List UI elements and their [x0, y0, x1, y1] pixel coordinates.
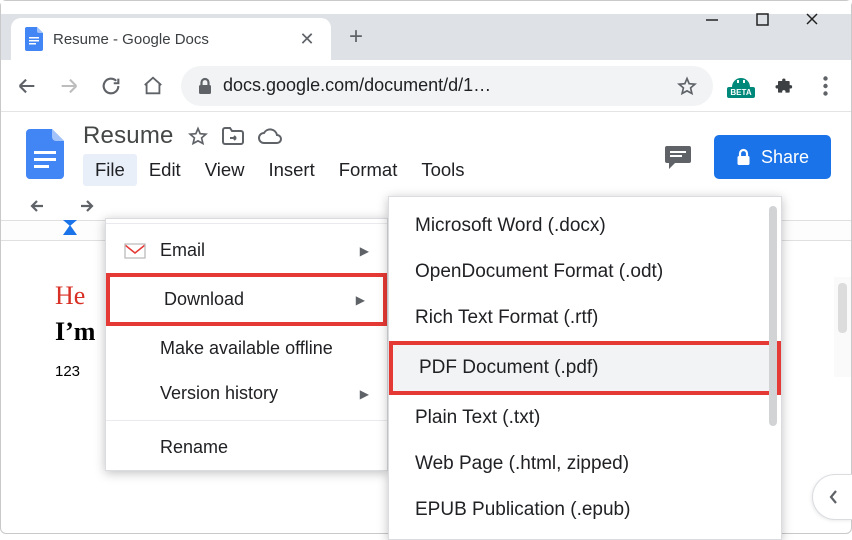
browser-tab[interactable]: Resume - Google Docs ✕ — [11, 18, 331, 60]
download-html[interactable]: Web Page (.html, zipped) — [389, 441, 781, 487]
home-icon[interactable] — [139, 72, 167, 100]
beta-extension-icon[interactable]: BETA — [727, 72, 755, 100]
reload-icon[interactable] — [97, 72, 125, 100]
back-icon[interactable] — [13, 72, 41, 100]
chrome-menu-icon[interactable] — [811, 72, 839, 100]
download-epub[interactable]: EPUB Publication (.epub) — [389, 487, 781, 533]
download-txt[interactable]: Plain Text (.txt) — [389, 395, 781, 441]
omnibox[interactable]: docs.google.com/document/d/1… — [181, 66, 713, 106]
doc-scrollbar[interactable] — [834, 277, 851, 377]
forward-icon — [55, 72, 83, 100]
file-menu-offline[interactable]: Make available offline — [106, 326, 387, 371]
extensions-puzzle-icon[interactable] — [769, 72, 797, 100]
download-rtf[interactable]: Rich Text Format (.rtf) — [389, 295, 781, 341]
download-docx[interactable]: Microsoft Word (.docx) — [389, 203, 781, 249]
doc-title[interactable]: Resume — [83, 122, 174, 150]
address-bar: docs.google.com/document/d/1… BETA — [1, 60, 851, 112]
menu-view[interactable]: View — [193, 154, 257, 186]
close-window-icon[interactable] — [801, 8, 823, 30]
comments-icon[interactable] — [664, 144, 692, 170]
close-tab-icon[interactable]: ✕ — [297, 29, 317, 50]
cloud-status-icon[interactable] — [258, 128, 282, 145]
star-doc-icon[interactable] — [188, 126, 208, 146]
minimize-icon[interactable] — [701, 8, 723, 30]
move-folder-icon[interactable] — [222, 127, 244, 145]
chevron-right-icon: ▶ — [356, 293, 365, 307]
docs-header: Resume File Edit View Insert Format Tool… — [1, 112, 851, 186]
chevron-right-icon: ▶ — [360, 387, 369, 401]
download-odt[interactable]: OpenDocument Format (.odt) — [389, 249, 781, 295]
gmail-icon — [124, 243, 146, 259]
indent-marker-icon[interactable] — [63, 225, 77, 235]
maximize-icon[interactable] — [751, 8, 773, 30]
menu-insert[interactable]: Insert — [256, 154, 326, 186]
file-menu: Email ▶ Download ▶ Make available offlin… — [105, 218, 388, 471]
docs-favicon — [25, 27, 43, 51]
menu-format[interactable]: Format — [327, 154, 410, 186]
tab-title: Resume - Google Docs — [53, 31, 287, 48]
share-label: Share — [761, 147, 809, 168]
sidebar-expand-icon[interactable] — [812, 474, 852, 520]
menu-edit[interactable]: Edit — [137, 154, 193, 186]
menubar: File Edit View Insert Format Tools — [83, 154, 648, 186]
bookmark-star-icon[interactable] — [677, 76, 697, 96]
submenu-scrollbar[interactable] — [769, 206, 777, 426]
new-tab-button[interactable]: + — [339, 20, 373, 54]
file-menu-download[interactable]: Download ▶ — [106, 273, 387, 326]
url-text: docs.google.com/document/d/1… — [223, 75, 667, 96]
lock-share-icon — [736, 148, 751, 166]
menu-file[interactable]: File — [83, 154, 137, 186]
lock-icon — [197, 77, 213, 95]
download-pdf[interactable]: PDF Document (.pdf) — [389, 341, 781, 395]
file-menu-email[interactable]: Email ▶ — [106, 228, 387, 273]
docs-logo-icon[interactable] — [23, 125, 67, 183]
share-button[interactable]: Share — [714, 135, 831, 179]
file-menu-rename[interactable]: Rename — [106, 425, 387, 470]
download-submenu: Microsoft Word (.docx) OpenDocument Form… — [388, 196, 782, 540]
undo-icon[interactable] — [29, 198, 51, 214]
menu-tools[interactable]: Tools — [409, 154, 476, 186]
chevron-right-icon: ▶ — [360, 244, 369, 258]
file-menu-version-history[interactable]: Version history ▶ — [106, 371, 387, 416]
tab-strip: Resume - Google Docs ✕ + — [1, 14, 851, 60]
redo-icon[interactable] — [73, 198, 95, 214]
